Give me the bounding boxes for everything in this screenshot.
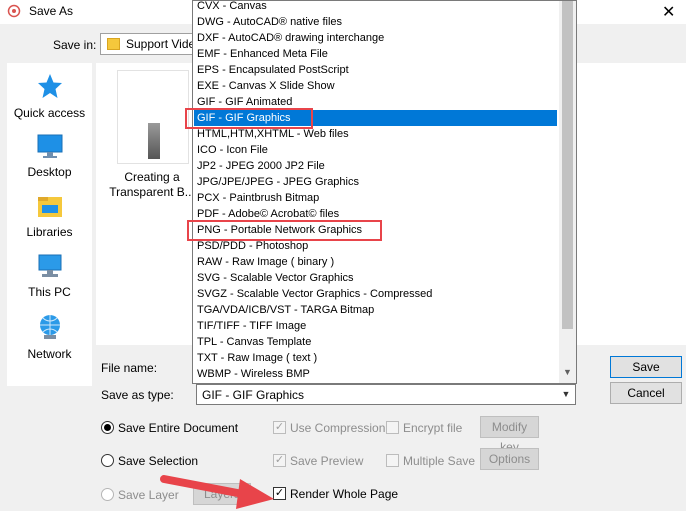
close-icon[interactable]: ✕ xyxy=(662,2,675,22)
checkbox-label: Encrypt file xyxy=(403,421,463,435)
places-bar: Quick access Desktop Libraries This PC N… xyxy=(7,63,92,386)
file-type-option[interactable]: TGA/VDA/ICB/VST - TARGA Bitmap xyxy=(194,302,557,318)
place-quick-access[interactable]: Quick access xyxy=(7,72,92,120)
file-type-option[interactable]: JPG/JPE/JPEG - JPEG Graphics xyxy=(194,174,557,190)
save-as-type-label: Save as type: xyxy=(101,388,174,402)
radio-save-entire-document[interactable] xyxy=(101,421,114,434)
computer-icon xyxy=(7,253,92,282)
file-preview-image xyxy=(148,123,160,159)
annotation-arrow-icon xyxy=(160,475,274,509)
app-icon xyxy=(7,4,21,18)
checkbox-multiple-save[interactable] xyxy=(386,454,399,467)
file-type-option[interactable]: DXF - AutoCAD® drawing interchange xyxy=(194,30,557,46)
file-type-option[interactable]: RAW - Raw Image ( binary ) xyxy=(194,254,557,270)
star-icon xyxy=(7,72,92,103)
folder-icon xyxy=(107,38,120,50)
save-as-type-value: GIF - GIF Graphics xyxy=(202,388,305,402)
checkbox-label: Use Compression xyxy=(290,421,386,435)
checkbox-encrypt-file[interactable] xyxy=(386,421,399,434)
place-label: Quick access xyxy=(13,106,86,120)
save-in-label: Save in: xyxy=(53,38,97,52)
save-in-select[interactable]: Support Videos xyxy=(100,33,196,55)
save-as-type-select[interactable]: GIF - GIF Graphics ▼ xyxy=(196,384,576,405)
file-thumbnail[interactable] xyxy=(118,71,188,163)
desktop-icon xyxy=(7,133,92,162)
file-type-option[interactable]: SVGZ - Scalable Vector Graphics - Compre… xyxy=(194,286,557,302)
file-type-option[interactable]: TPL - Canvas Template xyxy=(194,334,557,350)
save-button[interactable]: Save xyxy=(610,356,682,378)
file-type-option[interactable]: ICO - Icon File xyxy=(194,142,557,158)
dropdown-scrollbar[interactable]: ▼ xyxy=(559,1,576,383)
libraries-icon xyxy=(7,193,92,222)
place-libraries[interactable]: Libraries xyxy=(7,193,92,239)
file-type-option[interactable]: DWG - AutoCAD® native files xyxy=(194,14,557,30)
save-in-value: Support Videos xyxy=(126,37,195,51)
file-type-option[interactable]: EPS - Encapsulated PostScript xyxy=(194,62,557,78)
window-title: Save As xyxy=(29,4,74,18)
cancel-button[interactable]: Cancel xyxy=(610,382,682,404)
place-label: This PC xyxy=(28,285,71,299)
highlight-box-gif xyxy=(185,108,313,129)
file-type-option[interactable]: WBMP - Wireless BMP xyxy=(194,366,557,382)
highlight-box-png xyxy=(187,220,382,241)
checkbox-use-compression[interactable]: ✓ xyxy=(273,421,286,434)
file-name-label[interactable]: Creating a Transparent B... xyxy=(102,170,202,200)
file-type-dropdown-list[interactable]: CVX - Canvas DWG - AutoCAD® native files D… xyxy=(192,0,577,384)
file-type-option[interactable]: PCX - Paintbrush Bitmap xyxy=(194,190,557,206)
file-type-option[interactable]: EMF - Enhanced Meta File xyxy=(194,46,557,62)
file-type-option[interactable]: EXE - Canvas X Slide Show xyxy=(194,78,557,94)
file-type-option[interactable]: CVX - Canvas xyxy=(194,1,557,14)
place-label: Libraries xyxy=(26,225,73,239)
place-label: Desktop xyxy=(27,165,72,179)
file-type-option[interactable]: SVG - Scalable Vector Graphics xyxy=(194,270,557,286)
radio-save-selection[interactable] xyxy=(101,454,114,467)
place-network[interactable]: Network xyxy=(7,313,92,361)
scroll-down-arrow-icon[interactable]: ▼ xyxy=(561,367,574,381)
modify-key-button[interactable]: Modify key xyxy=(480,416,539,454)
place-desktop[interactable]: Desktop xyxy=(7,133,92,179)
file-type-option[interactable]: TXT - Raw Image ( text ) xyxy=(194,350,557,366)
scrollbar-thumb[interactable] xyxy=(562,1,573,329)
file-type-option[interactable]: JP2 - JPEG 2000 JP2 File xyxy=(194,158,557,174)
radio-label: Save Entire Document xyxy=(118,421,239,435)
file-name-label-text: File name: xyxy=(101,361,158,375)
checkbox-label: Render Whole Page xyxy=(290,487,399,501)
network-icon xyxy=(7,313,92,344)
checkbox-label: Multiple Save xyxy=(403,454,476,468)
checkbox-label: Save Preview xyxy=(290,454,364,468)
chevron-down-icon[interactable]: ▼ xyxy=(557,385,575,404)
place-this-pc[interactable]: This PC xyxy=(7,253,92,299)
place-label: Network xyxy=(27,347,72,361)
radio-save-layer[interactable] xyxy=(101,488,114,501)
options-button[interactable]: Options xyxy=(480,448,539,470)
file-type-option[interactable]: TIF/TIFF - TIFF Image xyxy=(194,318,557,334)
